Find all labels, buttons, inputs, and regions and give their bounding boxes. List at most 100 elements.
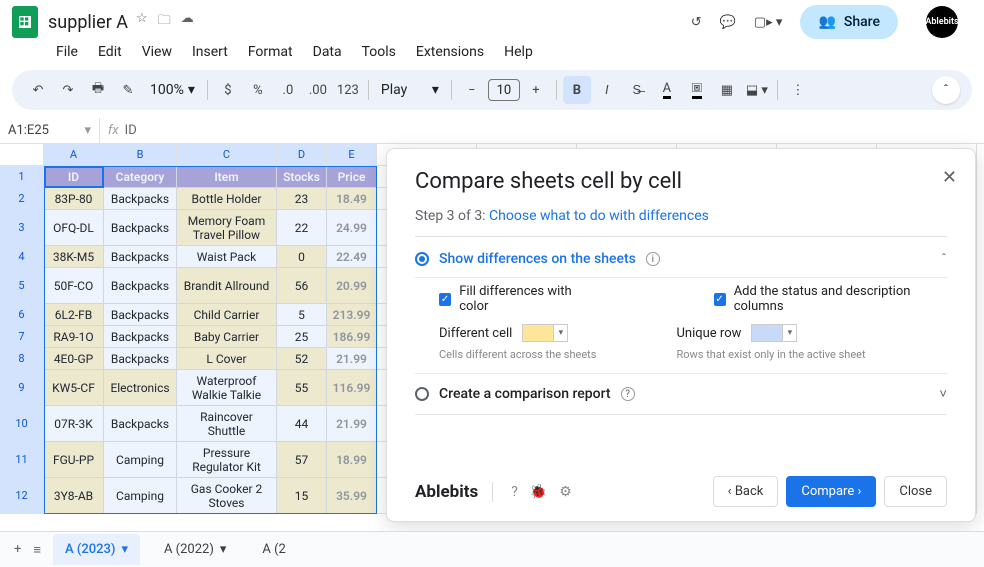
- add-sheet-button[interactable]: +: [14, 542, 21, 557]
- row-header[interactable]: 12: [0, 478, 44, 514]
- row-header[interactable]: 6: [0, 304, 44, 326]
- data-cell[interactable]: KW5-CF: [44, 370, 104, 406]
- data-cell[interactable]: RA9-1O: [44, 326, 104, 348]
- avatar[interactable]: Ablebits: [926, 6, 958, 38]
- fill-color-button[interactable]: 🞖: [683, 76, 711, 104]
- data-cell[interactable]: 15: [277, 478, 327, 514]
- close-button[interactable]: Close: [884, 476, 947, 507]
- data-cell[interactable]: FGU-PP: [44, 442, 104, 478]
- zoom-select[interactable]: 100% ▾: [144, 82, 201, 98]
- merge-button[interactable]: ⬓ ▾: [743, 76, 771, 104]
- sheet-tab-cut[interactable]: A (2: [250, 534, 297, 565]
- data-cell[interactable]: Camping: [104, 478, 177, 514]
- row-header[interactable]: 11: [0, 442, 44, 478]
- data-cell[interactable]: 3Y8-AB: [44, 478, 104, 514]
- print-button[interactable]: 🖶: [84, 76, 112, 104]
- share-button[interactable]: 👥 Share: [800, 5, 898, 39]
- step-link[interactable]: Choose what to do with differences: [489, 208, 709, 224]
- borders-button[interactable]: ▦: [713, 76, 741, 104]
- data-cell[interactable]: 56: [277, 268, 327, 304]
- font-select[interactable]: Play▾: [375, 82, 445, 98]
- menu-tools[interactable]: Tools: [354, 40, 404, 64]
- data-cell[interactable]: Backpacks: [104, 188, 177, 210]
- text-color-button[interactable]: A: [653, 76, 681, 104]
- data-cell[interactable]: 07R-3K: [44, 406, 104, 442]
- header-cell[interactable]: Item: [177, 166, 277, 188]
- comments-icon[interactable]: 💬: [720, 15, 736, 30]
- row-header[interactable]: 3: [0, 210, 44, 246]
- data-cell[interactable]: L Cover: [177, 348, 277, 370]
- font-size-input[interactable]: 10: [488, 79, 520, 101]
- strike-button[interactable]: S̶: [623, 76, 651, 104]
- data-cell[interactable]: 25: [277, 326, 327, 348]
- redo-button[interactable]: ↷: [54, 76, 82, 104]
- data-cell[interactable]: 38K-M5: [44, 246, 104, 268]
- undo-button[interactable]: ↶: [24, 76, 52, 104]
- data-cell[interactable]: OFQ-DL: [44, 210, 104, 246]
- data-cell[interactable]: 23: [277, 188, 327, 210]
- meet-icon[interactable]: ▢▸ ▾: [754, 15, 783, 30]
- data-cell[interactable]: 21.99: [327, 348, 377, 370]
- data-cell[interactable]: Child Carrier: [177, 304, 277, 326]
- col-header[interactable]: A: [44, 144, 104, 166]
- unique-row-color-picker[interactable]: ▾: [751, 324, 797, 342]
- row-header[interactable]: 8: [0, 348, 44, 370]
- data-cell[interactable]: Gas Cooker 2 Stoves: [177, 478, 277, 514]
- compare-button[interactable]: Compare ›: [786, 476, 876, 507]
- data-cell[interactable]: 5: [277, 304, 327, 326]
- data-cell[interactable]: 20.99: [327, 268, 377, 304]
- settings-icon[interactable]: ⚙: [559, 484, 572, 500]
- data-cell[interactable]: Brandit Allround: [177, 268, 277, 304]
- italic-button[interactable]: I: [593, 76, 621, 104]
- data-cell[interactable]: Backpacks: [104, 246, 177, 268]
- data-cell[interactable]: Memory Foam Travel Pillow: [177, 210, 277, 246]
- data-cell[interactable]: 6L2-FB: [44, 304, 104, 326]
- row-header[interactable]: 10: [0, 406, 44, 442]
- menu-edit[interactable]: Edit: [90, 40, 130, 64]
- data-cell[interactable]: 24.99: [327, 210, 377, 246]
- data-cell[interactable]: 4E0-GP: [44, 348, 104, 370]
- data-cell[interactable]: 18.49: [327, 188, 377, 210]
- row-header[interactable]: 9: [0, 370, 44, 406]
- col-header[interactable]: B: [104, 144, 177, 166]
- radio-comparison-report[interactable]: [415, 387, 429, 401]
- chevron-down-icon[interactable]: ˅: [939, 386, 947, 402]
- data-cell[interactable]: Bottle Holder: [177, 188, 277, 210]
- data-cell[interactable]: Backpacks: [104, 268, 177, 304]
- menu-extensions[interactable]: Extensions: [408, 40, 492, 64]
- data-cell[interactable]: Waist Pack: [177, 246, 277, 268]
- menu-help[interactable]: Help: [496, 40, 541, 64]
- data-cell[interactable]: Electronics: [104, 370, 177, 406]
- dec-increase-button[interactable]: .00: [304, 76, 332, 104]
- header-cell[interactable]: ID: [44, 166, 104, 188]
- more-button[interactable]: ⋮: [784, 76, 812, 104]
- col-header[interactable]: C: [177, 144, 277, 166]
- row-header[interactable]: 1: [0, 166, 44, 188]
- data-cell[interactable]: 213.99: [327, 304, 377, 326]
- radio-show-differences[interactable]: [415, 252, 429, 266]
- data-cell[interactable]: 35.99: [327, 478, 377, 514]
- row-header[interactable]: 5: [0, 268, 44, 304]
- font-inc-button[interactable]: +: [522, 76, 550, 104]
- header-cell[interactable]: Price: [327, 166, 377, 188]
- bug-icon[interactable]: 🐞: [530, 484, 547, 500]
- move-icon[interactable]: 🗀: [158, 11, 171, 33]
- currency-button[interactable]: $: [214, 76, 242, 104]
- data-cell[interactable]: 55: [277, 370, 327, 406]
- row-header[interactable]: 7: [0, 326, 44, 348]
- paint-format-button[interactable]: ✎: [114, 76, 142, 104]
- data-cell[interactable]: Backpacks: [104, 348, 177, 370]
- row-header[interactable]: 2: [0, 188, 44, 210]
- all-sheets-button[interactable]: ≡: [33, 542, 41, 558]
- data-cell[interactable]: 18.99: [327, 442, 377, 478]
- bold-button[interactable]: B: [563, 76, 591, 104]
- option-show-differences[interactable]: Show differences on the sheets: [439, 251, 636, 267]
- dec-decrease-button[interactable]: .0: [274, 76, 302, 104]
- data-cell[interactable]: Backpacks: [104, 304, 177, 326]
- data-cell[interactable]: 186.99: [327, 326, 377, 348]
- history-icon[interactable]: ↺: [691, 15, 702, 30]
- menu-file[interactable]: File: [48, 40, 86, 64]
- percent-button[interactable]: %: [244, 76, 272, 104]
- more-formats-button[interactable]: 123: [334, 76, 362, 104]
- cloud-icon[interactable]: ☁: [181, 11, 194, 33]
